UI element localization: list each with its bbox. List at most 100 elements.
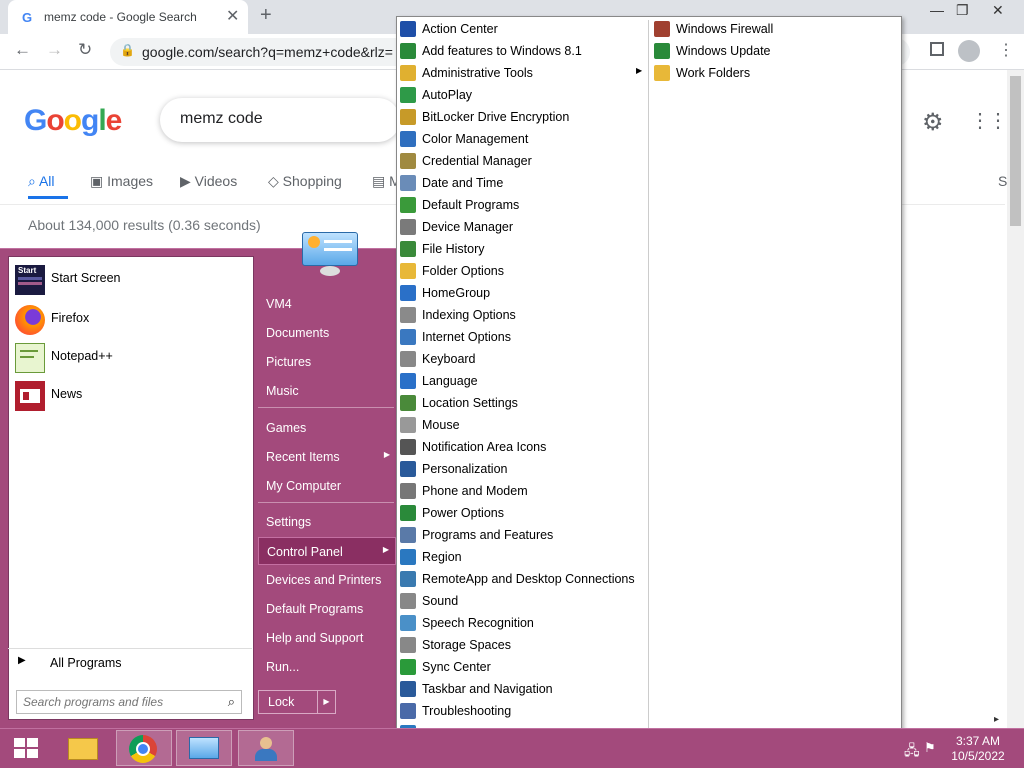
- cp-item-indexing-options[interactable]: Indexing Options: [400, 304, 644, 326]
- close-window-icon[interactable]: ✕: [992, 2, 1004, 19]
- cp-item-windows-firewall[interactable]: Windows Firewall: [654, 18, 894, 40]
- pinned-firefox[interactable]: Firefox: [9, 301, 253, 339]
- close-tab-icon[interactable]: ✕: [226, 6, 239, 26]
- cp-item-color-management[interactable]: Color Management: [400, 128, 644, 150]
- search-programs-input[interactable]: [17, 691, 217, 713]
- profile-avatar[interactable]: [958, 40, 980, 62]
- gear-icon[interactable]: ⚙: [922, 108, 944, 137]
- menu-kebab-icon[interactable]: ⋮: [998, 40, 1014, 60]
- cp-item-label: Device Manager: [422, 220, 514, 234]
- cp-item-power-options[interactable]: Power Options: [400, 502, 644, 524]
- start-link-music[interactable]: Music: [258, 377, 396, 405]
- cp-item-add-features-to-windows-8-1[interactable]: Add features to Windows 8.1: [400, 40, 644, 62]
- clock[interactable]: 3:37 AM 10/5/2022: [948, 734, 1008, 764]
- new-tab-button[interactable]: +: [260, 4, 272, 27]
- cp-item-mouse[interactable]: Mouse: [400, 414, 644, 436]
- browser-tab[interactable]: G memz code - Google Search ✕: [8, 0, 248, 34]
- cp-item-windows-update[interactable]: Windows Update: [654, 40, 894, 62]
- tab-s[interactable]: S: [998, 173, 1007, 189]
- start-link-my-computer[interactable]: My Computer: [258, 472, 396, 500]
- tab-all[interactable]: ⌕ All: [28, 173, 55, 190]
- windows-start-button[interactable]: [0, 730, 56, 766]
- search-input[interactable]: memz code: [160, 98, 400, 142]
- start-link-pictures[interactable]: Pictures: [258, 348, 396, 376]
- cp-item-file-history[interactable]: File History: [400, 238, 644, 260]
- cp-item-notification-area-icons[interactable]: Notification Area Icons: [400, 436, 644, 458]
- start-link-recent-items[interactable]: Recent Items ▶: [258, 443, 396, 471]
- cp-item-date-and-time[interactable]: Date and Time: [400, 172, 644, 194]
- cp-item-personalization[interactable]: Personalization: [400, 458, 644, 480]
- cp-item-autoplay[interactable]: AutoPlay: [400, 84, 644, 106]
- tab-images[interactable]: ▣ Images: [90, 173, 153, 190]
- cp-item-homegroup[interactable]: HomeGroup: [400, 282, 644, 304]
- start-link-documents[interactable]: Documents: [258, 319, 396, 347]
- cp-item-icon: [654, 43, 670, 59]
- cp-item-icon: [400, 21, 416, 37]
- cp-item-internet-options[interactable]: Internet Options: [400, 326, 644, 348]
- file-explorer-icon: [68, 738, 98, 760]
- cp-item-sync-center[interactable]: Sync Center: [400, 656, 644, 678]
- cp-item-default-programs[interactable]: Default Programs: [400, 194, 644, 216]
- network-icon[interactable]: 🖧: [904, 740, 920, 764]
- scroll-right-icon[interactable]: ▸: [994, 714, 999, 725]
- scrollbar-thumb[interactable]: [1010, 76, 1021, 226]
- forward-button[interactable]: →: [46, 40, 63, 60]
- start-link-vm4[interactable]: VM4: [258, 290, 396, 318]
- search-icon[interactable]: ⌕: [228, 694, 235, 710]
- cp-item-location-settings[interactable]: Location Settings: [400, 392, 644, 414]
- pinned-start-screen[interactable]: Start Start Screen: [9, 261, 253, 299]
- cp-item-icon: [400, 549, 416, 565]
- google-logo[interactable]: Google: [24, 104, 122, 138]
- lock-icon: 🔒: [120, 43, 135, 57]
- start-link-help-and-support[interactable]: Help and Support: [258, 624, 396, 652]
- pinned-news[interactable]: News: [9, 377, 253, 415]
- cp-item-label: Date and Time: [422, 176, 504, 190]
- all-programs[interactable]: ▶ All Programs: [8, 648, 252, 676]
- pinned-notepad-plus-plus[interactable]: Notepad++: [9, 339, 253, 377]
- start-link-label: Games: [266, 421, 307, 435]
- chrome-button[interactable]: [116, 730, 172, 766]
- cp-item-speech-recognition[interactable]: Speech Recognition: [400, 612, 644, 634]
- lock-options-arrow-icon[interactable]: ▶: [317, 691, 335, 713]
- cp-item-language[interactable]: Language: [400, 370, 644, 392]
- start-link-default-programs[interactable]: Default Programs: [258, 595, 396, 623]
- cp-item-region[interactable]: Region: [400, 546, 644, 568]
- start-link-devices-and-printers[interactable]: Devices and Printers: [258, 566, 396, 594]
- back-button[interactable]: ←: [14, 40, 31, 60]
- sidebar-icon[interactable]: [930, 42, 944, 56]
- cp-item-taskbar-and-navigation[interactable]: Taskbar and Navigation: [400, 678, 644, 700]
- cp-item-sound[interactable]: Sound: [400, 590, 644, 612]
- maximize-icon[interactable]: ❐: [956, 2, 969, 19]
- start-link-control-panel[interactable]: Control Panel ▶: [258, 537, 396, 565]
- cp-item-work-folders[interactable]: Work Folders: [654, 62, 894, 84]
- cp-item-remoteapp-and-desktop-connections[interactable]: RemoteApp and Desktop Connections: [400, 568, 644, 590]
- start-link-label: Pictures: [266, 355, 312, 369]
- lock-button[interactable]: Lock ▶: [258, 690, 336, 714]
- start-link-games[interactable]: Games: [258, 414, 396, 442]
- reload-button[interactable]: ↻: [78, 40, 92, 60]
- minimize-icon[interactable]: —: [930, 2, 944, 18]
- cp-item-storage-spaces[interactable]: Storage Spaces: [400, 634, 644, 656]
- cp-item-troubleshooting[interactable]: Troubleshooting: [400, 700, 644, 722]
- cp-item-action-center[interactable]: Action Center: [400, 18, 644, 40]
- tab-shopping[interactable]: ◇ Shopping: [268, 173, 342, 190]
- cp-item-bitlocker-drive-encryption[interactable]: BitLocker Drive Encryption: [400, 106, 644, 128]
- start-link-run[interactable]: Run...: [258, 653, 396, 681]
- file-explorer-button[interactable]: [56, 730, 112, 766]
- tab-videos[interactable]: ▶ Videos: [180, 173, 237, 190]
- cp-item-keyboard[interactable]: Keyboard: [400, 348, 644, 370]
- cp-item-phone-and-modem[interactable]: Phone and Modem: [400, 480, 644, 502]
- cp-item-device-manager[interactable]: Device Manager: [400, 216, 644, 238]
- action-center-flag-icon[interactable]: ⚑: [924, 740, 936, 756]
- control-panel-taskbar-button[interactable]: [176, 730, 232, 766]
- submenu-arrow-icon: ▶: [383, 450, 390, 459]
- cp-item-credential-manager[interactable]: Credential Manager: [400, 150, 644, 172]
- cp-item-folder-options[interactable]: Folder Options: [400, 260, 644, 282]
- cp-item-programs-and-features[interactable]: Programs and Features: [400, 524, 644, 546]
- url-text: google.com/search?q=memz+code&rlz=: [142, 44, 393, 60]
- users-button[interactable]: [238, 730, 294, 766]
- cp-item-administrative-tools[interactable]: Administrative Tools ▶: [400, 62, 644, 84]
- start-link-settings[interactable]: Settings: [258, 508, 396, 536]
- start-search[interactable]: ⌕: [16, 690, 242, 714]
- cp-item-label: Folder Options: [422, 264, 504, 278]
